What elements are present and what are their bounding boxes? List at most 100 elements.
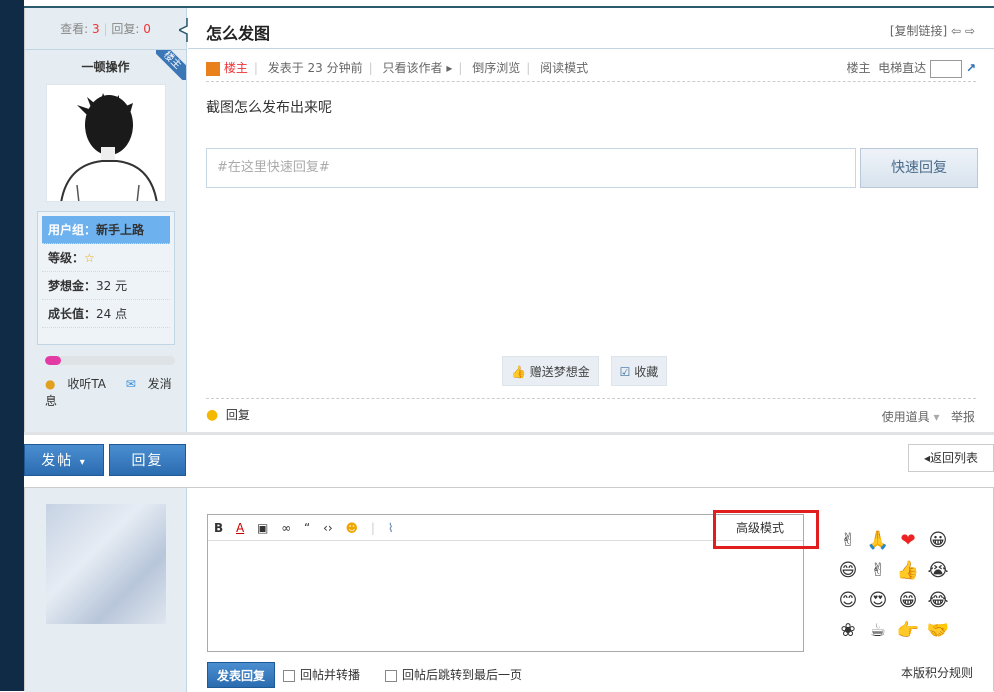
top-border (24, 0, 994, 8)
read-mode-link[interactable]: 阅读模式 (540, 61, 588, 75)
new-post-button[interactable]: 发帖 ▾ (24, 444, 104, 476)
stats-divider: | (103, 22, 108, 36)
user-group-value[interactable]: 新手上路 (96, 223, 144, 237)
post-meta: 楼主 | 发表于 23 分钟前 | 只看该作者 ▸ | 倒序浏览 | 阅读模式 楼主 电… (206, 58, 976, 82)
replies-label: 回复: (111, 22, 140, 36)
attachment-icon[interactable]: ⌇ (388, 521, 394, 535)
growth-label: 成长值： (48, 307, 97, 321)
copy-link-label: [复制链接] (889, 24, 948, 38)
chevron-down-icon: ▾ (933, 410, 940, 424)
only-author-label: 只看该作者 (382, 61, 443, 75)
use-tools-link[interactable]: 使用道具 (882, 410, 930, 424)
jump-input[interactable] (930, 59, 963, 78)
quick-reply-input[interactable]: #在这里快速回复# (206, 148, 856, 188)
avatar-drawing (60, 93, 158, 201)
favorite-button[interactable]: ☑ 收藏 (610, 356, 668, 386)
give-gold-button[interactable]: 👍 赠送梦想金 (502, 356, 599, 386)
post-content: 截图怎么发布出来呢 (206, 100, 332, 116)
points-rules-link[interactable]: 本版积分规则 (901, 664, 973, 681)
jump-last-checkbox-box[interactable] (385, 669, 397, 682)
follow-link[interactable]: ● 收听TA (45, 377, 114, 391)
code-icon[interactable]: ‹› (323, 521, 333, 535)
smiley-thumb-icon[interactable]: 👍 (893, 556, 923, 586)
bookmark-icon: ☑ (619, 365, 631, 379)
jump-label: 电梯直达 (878, 61, 927, 75)
growth-value: 成长值：24 点 (42, 300, 170, 328)
louzhu-icon (206, 61, 220, 76)
only-author-link[interactable]: 只看该作者 ▸ (383, 61, 453, 75)
next-thread-icon[interactable]: ⇨ (965, 24, 975, 38)
smiley-pray-icon[interactable]: 🙏 (863, 526, 893, 556)
left-sidebar-strip (0, 0, 24, 691)
quick-reply: #在这里快速回复# 快速回复 (206, 148, 978, 188)
thread-title: 怎么发图 (206, 24, 271, 43)
jump-last-checkbox[interactable]: 回帖后跳转到最后一页 (385, 666, 522, 683)
user-group-label: 用户组： (48, 223, 97, 237)
smiley-shake-icon[interactable]: 🤝 (923, 616, 953, 646)
smiley-icon[interactable]: ☻ (346, 521, 359, 535)
repost-label: 回帖并转播 (300, 668, 361, 682)
louzhu-badge-label: 楼主 (156, 50, 186, 80)
smiley-heart-icon[interactable]: ❤ (893, 526, 923, 556)
smiley-grin-icon[interactable]: 😀 (923, 526, 953, 556)
thread-stats: 查看: 3 | 回复: 0 (25, 8, 186, 50)
reply-button[interactable]: 回复 (109, 444, 186, 476)
smiley-cup-icon[interactable]: ☕ (863, 616, 893, 646)
copy-link[interactable]: [复制链接] ⇦ ⇨ (890, 22, 975, 39)
chat-bubble-icon: ● (206, 407, 219, 423)
triangle-right-icon: ▸ (446, 61, 453, 75)
editor-textarea[interactable] (208, 541, 803, 651)
quote-icon[interactable]: “ (304, 521, 310, 535)
prev-thread-icon[interactable]: ⇦ (951, 24, 961, 38)
repost-checkbox[interactable]: 回帖并转播 (283, 666, 360, 683)
author-avatar[interactable] (46, 84, 166, 202)
post-time: 发表于 23 分钟前 (267, 61, 363, 75)
smiley-panel: ✌ 🙏 ❤ 😀 😄 ✌ 👍 😭 😊 😍 😁 😂 ❀ ☕ 👉 🤝 (833, 526, 973, 646)
level-progress-fill (45, 356, 61, 365)
image-icon[interactable]: ▣ (257, 521, 268, 535)
quick-reply-button[interactable]: 快速回复 (860, 148, 978, 188)
smiley-point-icon[interactable]: 👉 (893, 616, 923, 646)
new-post-label: 发帖 (41, 453, 74, 469)
meta-divider: | (253, 61, 258, 75)
current-user-avatar (46, 504, 166, 624)
footer-divider (206, 398, 976, 399)
growth-amount: 24 点 (96, 307, 128, 321)
dropdown-icon: ▾ (79, 457, 87, 468)
font-color-icon[interactable]: A (236, 521, 244, 535)
reply-link[interactable]: ● 回复 (206, 406, 250, 423)
reply-link-label: 回复 (225, 408, 250, 422)
smiley-love-icon[interactable]: 😍 (863, 586, 893, 616)
user-group: 用户组：新手上路 (42, 216, 170, 244)
smiley-laugh-icon[interactable]: 😄 (833, 556, 863, 586)
user-level-label: 等级： (48, 251, 85, 265)
highlight-box (713, 510, 819, 549)
views-count: 3 (92, 22, 100, 36)
report-link[interactable]: 举报 (951, 410, 975, 424)
dream-gold-value: 32 元 (96, 279, 128, 293)
smiley-flower-icon[interactable]: ❀ (833, 616, 863, 646)
back-to-list-label: 返回列表 (930, 451, 979, 465)
jump-go-icon[interactable]: ↗ (966, 61, 976, 75)
link-icon[interactable]: ∞ (281, 521, 291, 535)
smiley-hand-icon[interactable]: ✌ (833, 526, 863, 556)
thumb-up-icon: 👍 (511, 365, 526, 379)
reply-sidebar (25, 488, 187, 692)
smiley-victory-icon[interactable]: ✌ (863, 556, 893, 586)
smiley-happy-icon[interactable]: 😁 (893, 586, 923, 616)
dream-gold-label: 梦想金： (48, 279, 97, 293)
reverse-order-link[interactable]: 倒序浏览 (472, 61, 520, 75)
author-info: 用户组：新手上路 等级：☆ 梦想金：32 元 成长值：24 点 (37, 211, 175, 345)
smiley-shy-icon[interactable]: 😊 (833, 586, 863, 616)
author-links: ● 收听TA ✉ 发消息 (45, 375, 186, 409)
louzhu-badge: 楼主 (156, 50, 186, 80)
louzhu-label: 楼主 (223, 61, 248, 75)
follow-icon: ● (45, 377, 56, 391)
back-to-list-button[interactable]: ◂返回列表 (908, 444, 994, 472)
bold-icon[interactable]: B (214, 521, 223, 535)
submit-reply-button[interactable]: 发表回复 (207, 662, 275, 688)
smiley-tears-icon[interactable]: 😂 (923, 586, 953, 616)
meta-divider: | (458, 61, 463, 75)
repost-checkbox-box[interactable] (283, 669, 295, 682)
smiley-cry-icon[interactable]: 😭 (923, 556, 953, 586)
